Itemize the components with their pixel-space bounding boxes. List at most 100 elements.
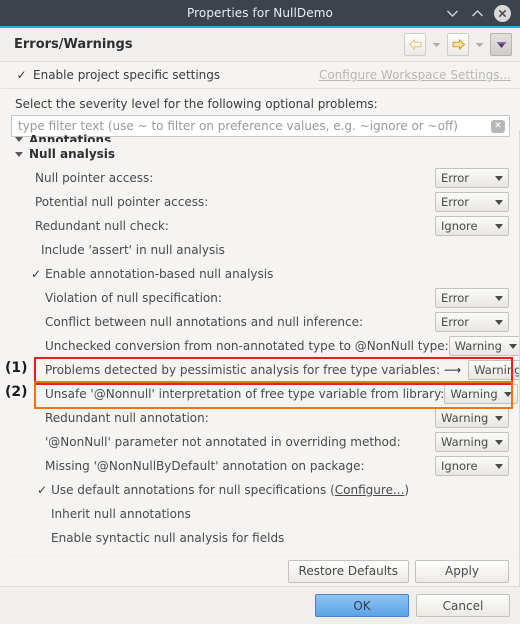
- window-controls: [444, 4, 520, 22]
- severity-value: Error: [441, 315, 470, 329]
- setting-row[interactable]: Missing '@NonNullByDefault' annotation o…: [1, 454, 519, 478]
- severity-value: Ignore: [441, 459, 478, 473]
- severity-value: Ignore: [441, 219, 478, 233]
- window-title: Properties for NullDemo: [187, 6, 333, 20]
- severity-combo[interactable]: Warning: [435, 432, 509, 452]
- enable-project-specific-row[interactable]: ✓ Enable project specific settings Confi…: [1, 62, 520, 89]
- setting-label: Redundant null check:: [35, 219, 169, 233]
- severity-value: Warning: [454, 339, 502, 353]
- severity-instruction: Select the severity level for the follow…: [15, 97, 378, 111]
- setting-label: Violation of null specification:: [45, 291, 222, 305]
- setting-row[interactable]: Potential null pointer access: Error: [1, 190, 519, 214]
- chevron-down-icon: [495, 319, 503, 325]
- severity-combo[interactable]: Error: [435, 192, 509, 212]
- back-history-button[interactable]: [428, 33, 445, 56]
- setting-row[interactable]: Enable syntactic null analysis for field…: [1, 526, 519, 550]
- setting-row[interactable]: Redundant null check: Ignore: [1, 214, 519, 238]
- configure-link[interactable]: Configure...: [335, 483, 405, 497]
- setting-row[interactable]: Violation of null specification: Error: [1, 286, 519, 310]
- setting-label: Enable annotation-based null analysis: [45, 267, 274, 281]
- chevron-down-icon: [475, 42, 484, 47]
- setting-label: Unsafe '@Nonnull' interpretation of free…: [45, 387, 445, 401]
- setting-row[interactable]: ✓ Enable annotation-based null analysis: [1, 262, 519, 286]
- setting-row[interactable]: '@NonNull' parameter not annotated in ov…: [1, 430, 519, 454]
- settings-list: Annotations Null analysis Null pointer acc…: [1, 130, 520, 555]
- setting-row[interactable]: Unsafe '@Nonnull' interpretation of free…: [1, 382, 519, 406]
- forward-arrow-icon: [452, 38, 465, 51]
- settings-panel: ✓ Enable project specific settings Confi…: [0, 62, 520, 586]
- setting-label: Conflict between null annotations and nu…: [45, 315, 364, 329]
- filled-triangle-icon: [496, 41, 506, 48]
- setting-label: Redundant null annotation:: [45, 411, 209, 425]
- chevron-down-icon: [495, 175, 503, 181]
- apply-button[interactable]: Apply: [415, 559, 509, 583]
- chevron-down-icon: [508, 343, 517, 349]
- group-header-null-analysis[interactable]: Null analysis: [1, 142, 519, 166]
- setting-row[interactable]: Null pointer access: Error: [1, 166, 519, 190]
- restore-defaults-button[interactable]: Restore Defaults: [287, 559, 409, 583]
- severity-value: Error: [441, 195, 470, 209]
- configure-workspace-settings-link[interactable]: Configure Workspace Settings...: [319, 68, 511, 82]
- setting-label: Inherit null annotations: [51, 507, 191, 521]
- view-menu-button[interactable]: [490, 33, 512, 56]
- setting-row[interactable]: Include 'assert' in null analysis: [1, 238, 519, 262]
- dialog-footer: OK Cancel: [0, 586, 520, 624]
- severity-value: Warning: [441, 411, 489, 425]
- forward-history-button[interactable]: [471, 33, 488, 56]
- severity-combo[interactable]: Warning: [468, 360, 520, 380]
- setting-row[interactable]: Conflict between null annotations and nu…: [1, 310, 519, 334]
- setting-label: Problems detected by pessimistic analysi…: [45, 363, 440, 377]
- title-bar: Properties for NullDemo: [0, 0, 520, 28]
- setting-label: Missing '@NonNullByDefault' annotation o…: [45, 459, 365, 473]
- severity-value: Warning: [474, 363, 520, 377]
- ok-button[interactable]: OK: [315, 594, 409, 617]
- close-button[interactable]: [494, 4, 511, 22]
- chevron-down-icon: [495, 223, 503, 229]
- severity-value: Warning: [441, 435, 489, 449]
- setting-label-suffix: ): [404, 483, 410, 497]
- checkmark-icon: ✓: [37, 483, 48, 497]
- back-button[interactable]: [404, 33, 426, 56]
- cancel-button[interactable]: Cancel: [416, 594, 510, 617]
- setting-label: Include 'assert' in null analysis: [41, 243, 225, 257]
- setting-row[interactable]: Redundant null annotation: Warning: [1, 406, 519, 430]
- group-label: Annotations: [29, 133, 112, 142]
- maximize-button[interactable]: [469, 5, 485, 21]
- severity-combo[interactable]: Error: [435, 168, 509, 188]
- setting-row[interactable]: ✓ Use default annotations for null specif…: [1, 478, 519, 502]
- setting-label: Null pointer access:: [35, 171, 154, 185]
- chevron-down-icon: [495, 439, 503, 445]
- apply-bar: Restore Defaults Apply: [1, 555, 520, 586]
- group-header-annotations[interactable]: Annotations: [1, 130, 519, 142]
- setting-row[interactable]: Unchecked conversion from non-annotated …: [1, 334, 519, 358]
- setting-row[interactable]: Problems detected by pessimistic analysi…: [1, 358, 519, 382]
- chevron-down-icon: [495, 463, 503, 469]
- severity-combo[interactable]: Ignore: [435, 456, 509, 476]
- severity-combo[interactable]: Warning: [444, 384, 519, 404]
- severity-combo[interactable]: Error: [435, 312, 509, 332]
- setting-label: Enable syntactic null analysis for field…: [51, 531, 285, 545]
- forward-button[interactable]: [447, 33, 469, 56]
- severity-value: Warning: [450, 387, 498, 401]
- minimize-button[interactable]: [444, 5, 460, 21]
- severity-combo[interactable]: Warning: [448, 336, 519, 356]
- chevron-down-icon: [495, 295, 503, 301]
- severity-combo[interactable]: Ignore: [435, 216, 509, 236]
- checkmark-icon: ✓: [31, 267, 42, 281]
- chevron-down-icon: [495, 415, 503, 421]
- setting-label: '@NonNull' parameter not annotated in ov…: [45, 435, 401, 449]
- severity-value: Error: [441, 291, 470, 305]
- group-label: Null analysis: [29, 147, 116, 161]
- back-arrow-icon: [408, 38, 421, 51]
- chevron-down-icon: [432, 42, 441, 47]
- chevron-down-icon: [504, 391, 513, 397]
- chevron-down-icon: [495, 199, 503, 205]
- navigation-toolbar: [404, 33, 512, 56]
- chevron-down-icon: [15, 151, 23, 157]
- setting-label: Potential null pointer access:: [35, 195, 209, 209]
- severity-combo[interactable]: Error: [435, 288, 509, 308]
- severity-combo[interactable]: Warning: [435, 408, 509, 428]
- page-header: Errors/Warnings: [0, 28, 520, 62]
- setting-label: Unchecked conversion from non-annotated …: [45, 339, 449, 353]
- setting-row[interactable]: Inherit null annotations: [1, 502, 519, 526]
